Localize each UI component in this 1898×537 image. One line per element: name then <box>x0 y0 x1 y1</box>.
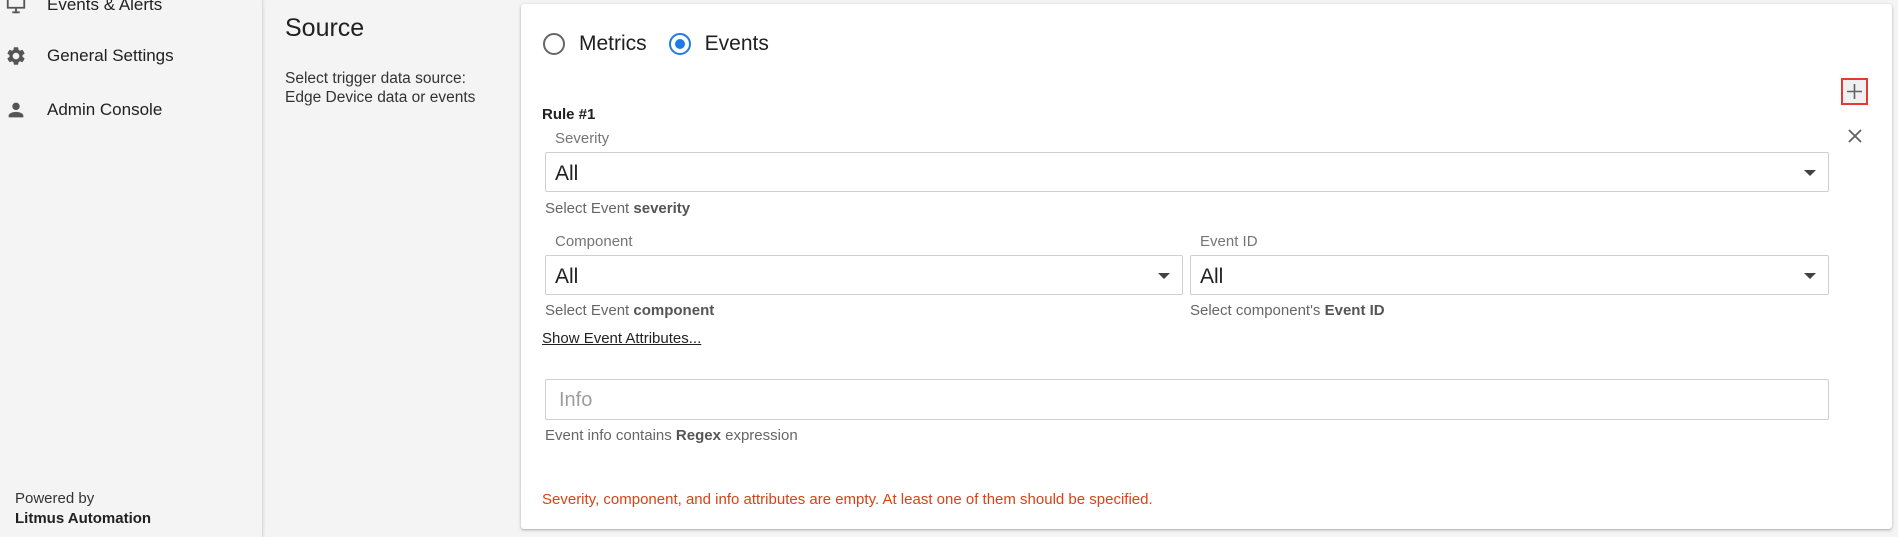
sidebar-item-events-alerts[interactable]: Events & Alerts <box>0 0 262 25</box>
sidebar-item-general-settings[interactable]: General Settings <box>0 36 262 76</box>
chevron-down-icon <box>1804 170 1816 176</box>
radio-events[interactable]: Events <box>668 32 769 56</box>
sidebar-item-admin-console[interactable]: Admin Console <box>0 90 262 130</box>
chevron-down-icon <box>1804 273 1816 279</box>
powered-by: Powered by Litmus Automation <box>15 489 151 529</box>
source-card: Metrics Events Rule #1 Severity All Sele… <box>521 4 1892 529</box>
radio-label: Events <box>704 32 769 55</box>
severity-select[interactable]: All <box>545 152 1829 192</box>
source-radio-group: Metrics Events <box>543 26 791 62</box>
severity-label: Severity <box>555 130 610 147</box>
helper-suffix: expression <box>720 427 798 444</box>
chevron-down-icon <box>1158 273 1170 279</box>
event-id-select[interactable]: All <box>1190 255 1829 295</box>
component-select[interactable]: All <box>545 255 1183 295</box>
helper-prefix: Select Event <box>545 302 634 319</box>
helper-bold: Event ID <box>1324 302 1385 319</box>
section-description: Select trigger data source: Edge Device … <box>285 70 476 106</box>
person-icon <box>4 98 28 122</box>
sidebar-item-label: General Settings <box>47 46 174 65</box>
close-icon <box>1848 129 1862 143</box>
info-placeholder: Info <box>559 389 593 411</box>
section-title: Source <box>285 14 365 42</box>
helper-prefix: Select Event <box>545 200 634 217</box>
remove-rule-button[interactable] <box>1844 125 1866 147</box>
helper-bold: component <box>633 302 715 319</box>
validation-error: Severity, component, and info attributes… <box>542 491 1153 508</box>
helper-bold: Regex <box>675 427 721 444</box>
add-rule-button[interactable] <box>1841 78 1868 105</box>
severity-helper: Select Event severity <box>545 200 690 217</box>
helper-bold: severity <box>633 200 691 217</box>
event-id-value: All <box>1200 265 1224 288</box>
radio-circle-unchecked[interactable] <box>543 33 565 55</box>
sidebar-item-label: Admin Console <box>47 100 163 119</box>
powered-by-text: Powered by <box>15 490 95 507</box>
component-value: All <box>555 265 579 288</box>
helper-prefix: Event info contains <box>545 427 676 444</box>
info-helper: Event info contains Regex expression <box>545 427 798 444</box>
event-id-label: Event ID <box>1200 233 1258 250</box>
gear-icon <box>4 44 28 68</box>
show-event-attributes-link[interactable]: Show Event Attributes... <box>542 330 701 347</box>
radio-label: Metrics <box>579 32 647 55</box>
info-input[interactable]: Info <box>545 379 1829 420</box>
component-helper: Select Event component <box>545 302 714 319</box>
rule-title: Rule #1 <box>542 106 596 123</box>
helper-prefix: Select component's <box>1190 302 1325 319</box>
radio-metrics[interactable]: Metrics <box>543 32 647 56</box>
sidebar: Events & Alerts General Settings Admin C… <box>0 0 263 537</box>
event-id-helper: Select component's Event ID <box>1190 302 1385 319</box>
plus-icon <box>1847 84 1862 99</box>
brand-name: Litmus Automation <box>15 510 152 527</box>
component-label: Component <box>555 233 633 250</box>
severity-value: All <box>555 162 579 185</box>
radio-circle-checked[interactable] <box>668 33 691 55</box>
sidebar-item-label: Events & Alerts <box>47 0 163 14</box>
monitor-icon <box>4 0 28 17</box>
